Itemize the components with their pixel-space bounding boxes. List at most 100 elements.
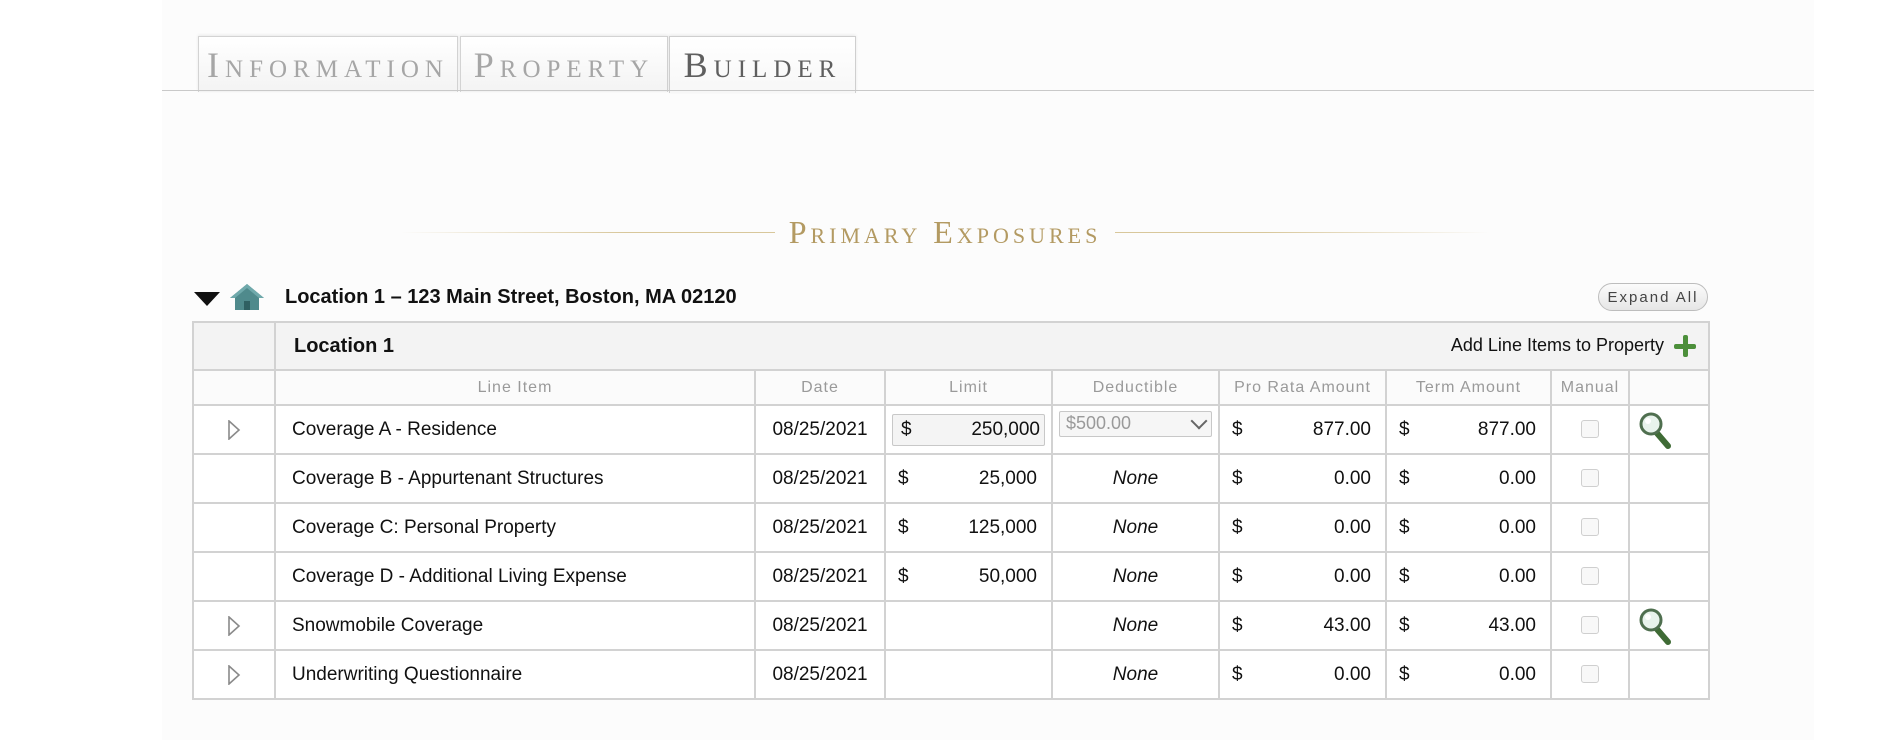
deductible-value: None [1051, 649, 1220, 700]
pro-rata-cell: $0.00 [1218, 649, 1387, 700]
deductible-value: None [1051, 600, 1220, 651]
deductible-value: None [1051, 502, 1220, 553]
expand-triangle-icon[interactable] [227, 615, 241, 636]
limit-value: 25,000 [978, 467, 1037, 489]
deductible-value: $500.00 [1066, 413, 1132, 433]
tab-information-label: Information [207, 44, 449, 85]
manual-checkbox[interactable] [1581, 420, 1599, 439]
table-row: Coverage D - Additional Living Expense 0… [192, 551, 1710, 602]
line-item-date: 08/25/2021 [754, 404, 886, 455]
chevron-down-icon [1190, 412, 1208, 429]
line-item-name: Snowmobile Coverage [274, 600, 756, 651]
actions-cell [1628, 649, 1710, 700]
term-cell: $0.00 [1385, 551, 1552, 602]
expand-triangle-icon[interactable] [227, 419, 241, 440]
limit-cell [884, 649, 1053, 700]
expand-cell[interactable] [192, 404, 276, 455]
line-item-name: Coverage A - Residence [274, 404, 756, 455]
currency-symbol: $ [1232, 663, 1243, 685]
actions-cell [1628, 502, 1710, 553]
limit-value: 50,000 [978, 565, 1037, 587]
term-cell: $43.00 [1385, 600, 1552, 651]
pro-rata-cell: $0.00 [1218, 453, 1387, 504]
term-value: 43.00 [1488, 614, 1536, 636]
header-term: Term Amount [1385, 369, 1552, 406]
location-row-cell: Location 1 Add Line Items to Property [274, 321, 1710, 371]
collapse-caret-icon[interactable] [194, 292, 220, 306]
term-value: 0.00 [1499, 565, 1536, 587]
actions-cell [1628, 600, 1710, 651]
currency-symbol: $ [1399, 418, 1410, 440]
pro-rata-value: 877.00 [1312, 418, 1371, 440]
manual-cell [1550, 404, 1630, 455]
magnifier-icon[interactable] [1638, 411, 1672, 449]
table-row: Coverage B - Appurtenant Structures 08/2… [192, 453, 1710, 504]
title-rule-right [1115, 231, 1490, 233]
manual-checkbox[interactable] [1581, 616, 1599, 635]
header-date: Date [754, 369, 886, 406]
expand-cell [192, 551, 276, 602]
currency-symbol: $ [901, 418, 912, 440]
location-row: Location 1 Add Line Items to Property [192, 321, 1710, 371]
expand-cell[interactable] [192, 649, 276, 700]
line-item-date: 08/25/2021 [754, 649, 886, 700]
tab-information[interactable]: Information [198, 36, 458, 92]
limit-cell [884, 600, 1053, 651]
pro-rata-value: 43.00 [1323, 614, 1371, 636]
location-title: Location 1 – 123 Main Street, Boston, MA… [285, 286, 737, 308]
table-row: Underwriting Questionnaire 08/25/2021 No… [192, 649, 1710, 700]
header-spacer [192, 369, 276, 406]
plus-icon[interactable] [1674, 334, 1696, 357]
section-title: Primary Exposures [400, 212, 1490, 252]
manual-cell [1550, 551, 1630, 602]
expand-triangle-icon[interactable] [227, 664, 241, 685]
pro-rata-value: 0.00 [1334, 467, 1371, 489]
tab-property[interactable]: Property [460, 36, 668, 92]
manual-checkbox[interactable] [1581, 567, 1599, 586]
header-deductible: Deductible [1051, 369, 1220, 406]
currency-symbol: $ [1399, 614, 1410, 636]
currency-symbol: $ [898, 467, 909, 489]
limit-value: 250,000 [971, 418, 1040, 440]
deductible-select[interactable]: $500.00 [1059, 410, 1212, 437]
term-value: 877.00 [1477, 418, 1536, 440]
pro-rata-value: 0.00 [1334, 663, 1371, 685]
expand-cell [192, 453, 276, 504]
deductible-value: None [1051, 453, 1220, 504]
line-item-date: 08/25/2021 [754, 600, 886, 651]
limit-cell: $25,000 [884, 453, 1053, 504]
currency-symbol: $ [1232, 516, 1243, 538]
section-title-text: Primary Exposures [788, 213, 1102, 250]
currency-symbol: $ [1399, 565, 1410, 587]
expand-cell[interactable] [192, 600, 276, 651]
manual-checkbox[interactable] [1581, 665, 1599, 684]
manual-checkbox[interactable] [1581, 518, 1599, 537]
limit-input[interactable]: $ 250,000 [892, 413, 1045, 446]
magnifier-icon[interactable] [1638, 607, 1672, 645]
title-rule-left [400, 231, 775, 233]
pro-rata-cell: $43.00 [1218, 600, 1387, 651]
manual-cell [1550, 453, 1630, 504]
deductible-value: None [1051, 551, 1220, 602]
tab-builder[interactable]: Builder [669, 36, 856, 93]
term-cell: $877.00 [1385, 404, 1552, 455]
table-row: Coverage A - Residence 08/25/2021 $ 250,… [192, 404, 1710, 455]
currency-symbol: $ [1399, 516, 1410, 538]
limit-cell: $ 250,000 [884, 404, 1053, 455]
house-icon [230, 284, 264, 310]
pro-rata-cell: $877.00 [1218, 404, 1387, 455]
expand-all-button[interactable]: Expand All [1598, 283, 1708, 311]
currency-symbol: $ [1232, 614, 1243, 636]
tab-property-label: Property [473, 44, 655, 85]
pro-rata-cell: $0.00 [1218, 502, 1387, 553]
term-cell: $0.00 [1385, 502, 1552, 553]
term-value: 0.00 [1499, 467, 1536, 489]
manual-checkbox[interactable] [1581, 469, 1599, 488]
add-line-items-button[interactable]: Add Line Items to Property [1450, 334, 1708, 357]
add-line-items-label: Add Line Items to Property [1450, 335, 1664, 355]
currency-symbol: $ [898, 565, 909, 587]
limit-cell: $50,000 [884, 551, 1053, 602]
line-item-date: 08/25/2021 [754, 453, 886, 504]
limit-cell: $125,000 [884, 502, 1053, 553]
term-cell: $0.00 [1385, 453, 1552, 504]
